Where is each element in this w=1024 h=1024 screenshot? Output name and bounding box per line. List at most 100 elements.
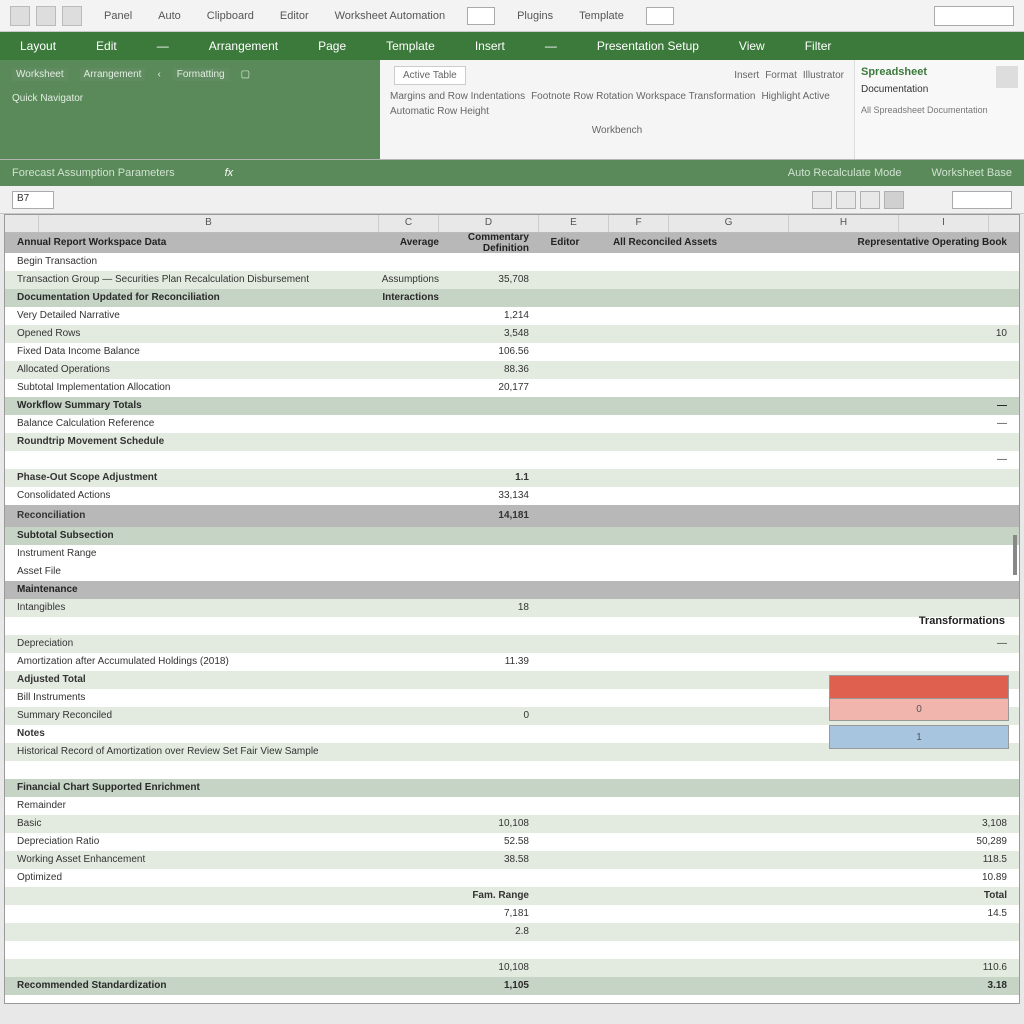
tab-layout[interactable]: Layout bbox=[20, 39, 56, 53]
table-row[interactable]: Allocated Operations88.36 bbox=[5, 361, 1019, 379]
chip-arrangement[interactable]: Arrangement bbox=[80, 68, 146, 81]
col-header-f[interactable]: F bbox=[609, 215, 669, 232]
menu-plugins[interactable]: Plugins bbox=[513, 8, 557, 24]
tab-edit[interactable]: Edit bbox=[96, 39, 117, 53]
tab-arrangement[interactable]: Arrangement bbox=[209, 39, 278, 53]
col-header-c[interactable]: C bbox=[379, 215, 439, 232]
qat-redo-icon[interactable] bbox=[62, 6, 82, 26]
red-cell-light[interactable]: 0 bbox=[829, 699, 1009, 721]
col-header-g[interactable]: G bbox=[669, 215, 789, 232]
tab-presentation[interactable]: Presentation Setup bbox=[597, 39, 699, 53]
search-field[interactable] bbox=[934, 6, 1014, 26]
table-row[interactable]: — bbox=[5, 451, 1019, 469]
highlight-label[interactable]: Highlight Active bbox=[761, 91, 829, 102]
table-row[interactable]: 7,18114.5 bbox=[5, 905, 1019, 923]
tab-gap2: — bbox=[545, 39, 557, 53]
col-header-h[interactable]: H bbox=[789, 215, 899, 232]
chevron-left-icon[interactable]: ‹ bbox=[157, 69, 160, 80]
col-header-b[interactable]: B bbox=[39, 215, 379, 232]
zoom-field[interactable] bbox=[952, 191, 1012, 209]
row-val1: Interactions bbox=[375, 292, 445, 303]
table-row[interactable]: Depreciation Ratio52.5850,289 bbox=[5, 833, 1019, 851]
table-row[interactable]: Consolidated Actions33,134 bbox=[5, 487, 1019, 505]
view-custom-icon[interactable] bbox=[884, 191, 904, 209]
chip-worksheet[interactable]: Worksheet bbox=[12, 68, 68, 81]
col-header-i[interactable]: I bbox=[899, 215, 989, 232]
tab-template[interactable]: Template bbox=[386, 39, 435, 53]
table-row[interactable]: Balance Calculation Reference— bbox=[5, 415, 1019, 433]
table-row[interactable]: Begin Transaction bbox=[5, 253, 1019, 271]
table-row[interactable]: Fam. RangeTotal bbox=[5, 887, 1019, 905]
table-row[interactable]: Remainder bbox=[5, 797, 1019, 815]
table-row[interactable] bbox=[5, 761, 1019, 779]
ribbon-tabs: Layout Edit — Arrangement Page Template … bbox=[0, 32, 1024, 60]
col-header-e[interactable]: E bbox=[539, 215, 609, 232]
table-row[interactable]: Asset File bbox=[5, 563, 1019, 581]
tab-view[interactable]: View bbox=[739, 39, 765, 53]
chip-formatting[interactable]: Formatting bbox=[173, 68, 229, 81]
row-label: Intangibles bbox=[5, 602, 375, 613]
blue-cell[interactable]: 1 bbox=[829, 725, 1009, 749]
fx-icon[interactable]: fx bbox=[225, 167, 234, 179]
table-row[interactable]: Opened Rows3,54810 bbox=[5, 325, 1019, 343]
menu-clipboard[interactable]: Clipboard bbox=[203, 8, 258, 24]
view-page-icon[interactable] bbox=[836, 191, 856, 209]
sheet-body[interactable]: Annual Report Workspace Data Average Com… bbox=[5, 233, 1019, 995]
table-row[interactable]: Amortization after Accumulated Holdings … bbox=[5, 653, 1019, 671]
table-row[interactable]: 2.8 bbox=[5, 923, 1019, 941]
table-row[interactable]: Working Asset Enhancement38.58118.5 bbox=[5, 851, 1019, 869]
table-row[interactable] bbox=[5, 941, 1019, 959]
table-row[interactable]: Maintenance bbox=[5, 581, 1019, 599]
menu-template[interactable]: Template bbox=[575, 8, 628, 24]
table-row[interactable]: Roundtrip Movement Schedule bbox=[5, 433, 1019, 451]
row-val2: 14,181 bbox=[445, 510, 535, 521]
panel-item[interactable]: Documentation bbox=[861, 84, 1018, 95]
format-box[interactable] bbox=[646, 7, 674, 25]
table-row[interactable]: Basic10,1083,108 bbox=[5, 815, 1019, 833]
table-row[interactable]: Workflow Summary Totals— bbox=[5, 397, 1019, 415]
col-header-a[interactable] bbox=[5, 215, 39, 232]
red-cell-dark[interactable] bbox=[829, 675, 1009, 699]
qat-undo-icon[interactable] bbox=[36, 6, 56, 26]
menu-panel[interactable]: Panel bbox=[100, 8, 136, 24]
table-row[interactable]: Depreciation— bbox=[5, 635, 1019, 653]
table-row[interactable]: Phase-Out Scope Adjustment1.1 bbox=[5, 469, 1019, 487]
table-row[interactable]: 10,108110.6 bbox=[5, 959, 1019, 977]
square-icon[interactable]: ▢ bbox=[241, 69, 250, 80]
row-label: Allocated Operations bbox=[5, 364, 375, 375]
col-header-d[interactable]: D bbox=[439, 215, 539, 232]
vertical-scrollbar[interactable] bbox=[1013, 535, 1017, 575]
table-row[interactable]: Documentation Updated for Reconciliation… bbox=[5, 289, 1019, 307]
row-val2: 10,108 bbox=[445, 962, 535, 973]
active-table-input[interactable]: Active Table bbox=[394, 66, 466, 85]
table-row[interactable]: Fixed Data Income Balance106.56 bbox=[5, 343, 1019, 361]
table-row[interactable]: Intangibles18 bbox=[5, 599, 1019, 617]
table-row[interactable]: Optimized10.89 bbox=[5, 869, 1019, 887]
view-normal-icon[interactable] bbox=[812, 191, 832, 209]
tab-filter[interactable]: Filter bbox=[805, 39, 832, 53]
table-row[interactable]: Reconciliation14,181 bbox=[5, 505, 1019, 527]
view-break-icon[interactable] bbox=[860, 191, 880, 209]
table-row[interactable]: Recommended Standardization1,1053.18 bbox=[5, 977, 1019, 995]
table-row[interactable]: Instrument Range bbox=[5, 545, 1019, 563]
panel-settings-icon[interactable] bbox=[996, 66, 1018, 88]
table-row[interactable]: Subtotal Subsection bbox=[5, 527, 1019, 545]
panel-sub[interactable]: All Spreadsheet Documentation bbox=[861, 105, 1018, 115]
center-label-insert[interactable]: Insert bbox=[734, 70, 759, 81]
center-label-illustrator[interactable]: Illustrator bbox=[803, 70, 844, 81]
table-row[interactable] bbox=[5, 617, 1019, 635]
menu-editor[interactable]: Editor bbox=[276, 8, 313, 24]
center-label-format[interactable]: Format bbox=[765, 70, 797, 81]
header-row[interactable]: Annual Report Workspace Data Average Com… bbox=[5, 233, 1019, 253]
table-row[interactable]: Subtotal Implementation Allocation20,177 bbox=[5, 379, 1019, 397]
table-row[interactable]: Transaction Group — Securities Plan Reca… bbox=[5, 271, 1019, 289]
table-row[interactable]: Financial Chart Supported Enrichment bbox=[5, 779, 1019, 797]
menu-worksheet-automation[interactable]: Worksheet Automation bbox=[331, 8, 449, 24]
cell-reference-input[interactable]: B7 bbox=[12, 191, 54, 209]
menu-auto[interactable]: Auto bbox=[154, 8, 185, 24]
qat-save-icon[interactable] bbox=[10, 6, 30, 26]
table-row[interactable]: Very Detailed Narrative1,214 bbox=[5, 307, 1019, 325]
tab-page[interactable]: Page bbox=[318, 39, 346, 53]
zoom-box[interactable] bbox=[467, 7, 495, 25]
tab-insert[interactable]: Insert bbox=[475, 39, 505, 53]
